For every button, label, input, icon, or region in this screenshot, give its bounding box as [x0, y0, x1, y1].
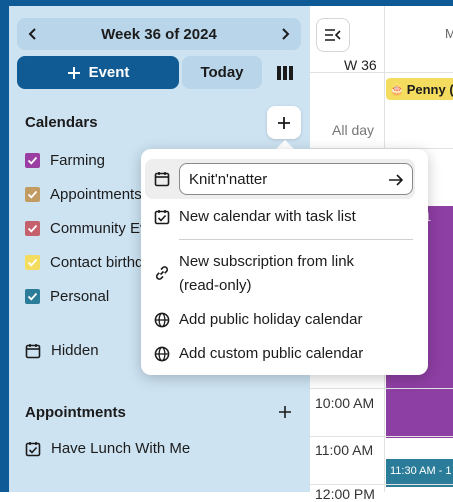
new-calendar-name-input[interactable]: Knit'n'natter [179, 163, 413, 195]
grid-line [310, 436, 453, 437]
day-column-header[interactable]: M [445, 26, 453, 41]
new-event-label: Event [88, 64, 130, 81]
checkbox-checked-icon[interactable] [25, 254, 40, 270]
time-label: 10:00 AM [315, 395, 375, 411]
cake-icon: 🎂 [390, 83, 404, 96]
previous-week-button[interactable] [17, 18, 49, 50]
calendar-check-icon [25, 441, 41, 456]
appointment-item[interactable]: Have Lunch With Me [25, 440, 190, 457]
calendar-label: Farming [50, 151, 106, 169]
view-columns-icon [276, 65, 293, 80]
all-day-label: All day [332, 122, 375, 138]
checkbox-checked-icon[interactable] [25, 288, 40, 304]
plus-icon [279, 406, 291, 418]
chevron-right-icon [282, 28, 290, 40]
calendar-label: Appointments [50, 185, 142, 203]
add-public-holiday-calendar-item[interactable]: Add public holiday calendar [179, 308, 362, 332]
menu-collapse-icon [325, 29, 341, 41]
add-calendar-button[interactable] [267, 106, 301, 139]
link-icon [153, 264, 171, 282]
appointments-heading: Appointments [25, 404, 126, 421]
globe-icon [153, 345, 171, 363]
checkbox-checked-icon[interactable] [25, 220, 40, 236]
allday-event[interactable]: 🎂 Penny ( [386, 78, 453, 100]
submit-arrow-button[interactable] [386, 170, 406, 190]
week-title: Week 36 of 2024 [101, 25, 217, 43]
checkbox-checked-icon[interactable] [25, 152, 40, 168]
today-button[interactable]: Today [182, 56, 262, 89]
allday-event-title: Penny ( [406, 81, 453, 97]
time-label: 11:00 AM [315, 442, 374, 458]
calendar-check-icon [153, 208, 171, 226]
calendar-icon [153, 170, 171, 188]
menu-item-sublabel: (read-only) [179, 277, 252, 294]
week-navigation: Week 36 of 2024 [17, 18, 301, 50]
toggle-sidebar-button[interactable] [316, 18, 350, 52]
new-calendar-menu: Knit'n'natter New calendar with task lis… [141, 149, 428, 375]
hidden-calendars-toggle[interactable]: Hidden [25, 342, 99, 359]
calendar-item-personal[interactable]: Personal [25, 284, 109, 308]
calendar-item-appointments[interactable]: Appointments [25, 182, 142, 206]
new-subscription-from-link-item[interactable]: New subscription from link (read-only) [179, 250, 354, 298]
hidden-label: Hidden [51, 342, 99, 359]
grid-line [310, 72, 453, 73]
view-switcher-button[interactable] [268, 56, 301, 89]
plus-icon [67, 66, 80, 79]
menu-separator [179, 239, 413, 240]
calendar-hidden-icon [25, 343, 41, 358]
event-time: 11:30 AM - 1 [390, 465, 452, 477]
grid-line [310, 388, 453, 389]
calendar-label: Personal [50, 287, 110, 305]
checkbox-checked-icon[interactable] [25, 186, 40, 202]
calendar-event[interactable]: 11:30 AM - 1 [386, 459, 453, 487]
calendar-item-farming[interactable]: Farming [25, 148, 105, 172]
arrow-right-icon [389, 174, 404, 186]
new-calendar-with-task-list-item[interactable]: New calendar with task list [179, 205, 356, 229]
menu-item-label: New subscription from link [179, 253, 355, 270]
globe-icon [153, 311, 171, 329]
grid-line [310, 484, 453, 485]
new-calendar-name-value: Knit'n'natter [189, 170, 268, 188]
new-event-button[interactable]: Event [17, 56, 179, 89]
window-frame-left [0, 0, 9, 492]
time-label: 12:00 PM [315, 486, 375, 502]
today-label: Today [200, 64, 244, 81]
chevron-left-icon [28, 28, 36, 40]
add-custom-public-calendar-item[interactable]: Add custom public calendar [179, 342, 363, 366]
add-appointment-button[interactable] [275, 402, 295, 422]
plus-icon [278, 116, 290, 129]
appointment-label: Have Lunch With Me [51, 440, 191, 457]
calendars-heading: Calendars [25, 114, 98, 131]
week-number: W 36 [344, 57, 377, 73]
next-week-button[interactable] [269, 18, 301, 50]
